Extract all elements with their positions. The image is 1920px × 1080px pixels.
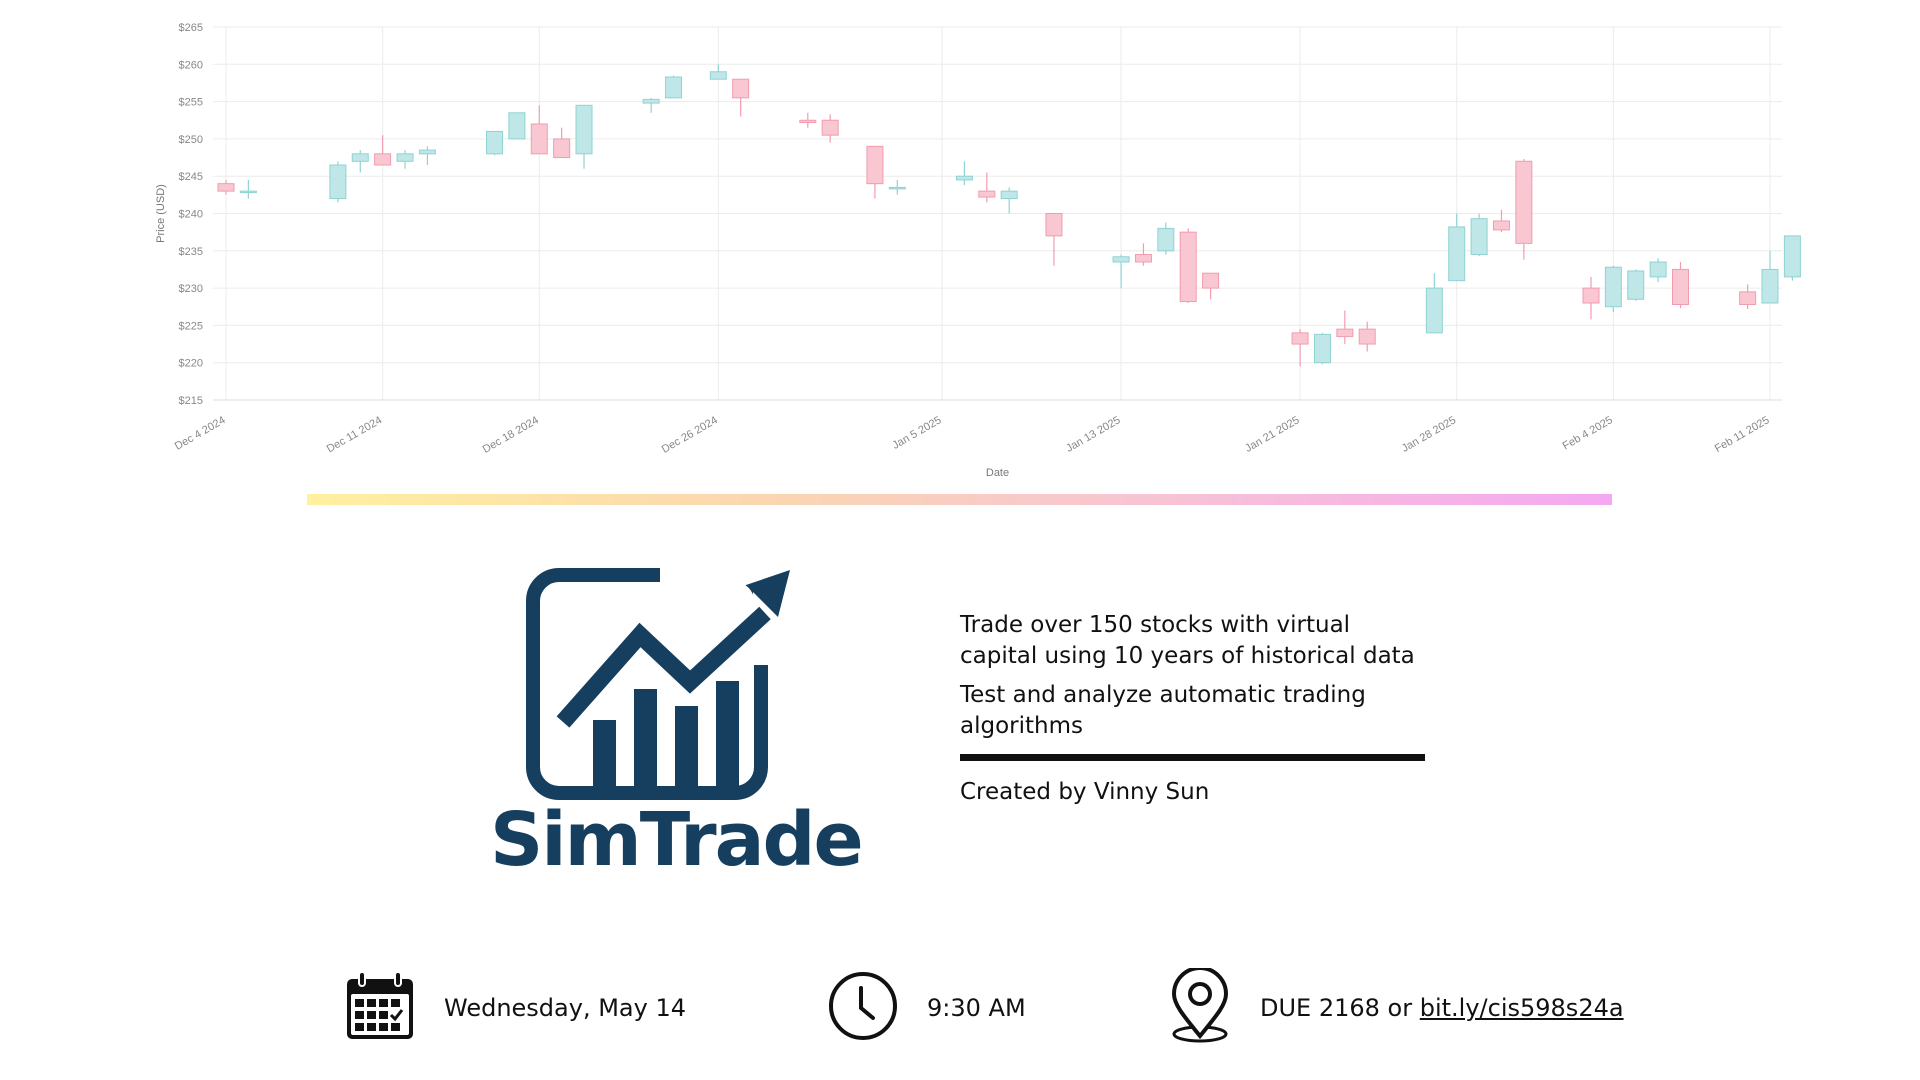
candlestick-chart: $215 $220 $225 $230 $235 $240 $245 $250 $255 $260… xyxy=(0,0,1920,490)
x-tick-label: Jan 5 2025 xyxy=(890,414,943,452)
x-tick-label: Jan 28 2025 xyxy=(1400,414,1458,455)
candle-body xyxy=(530,123,548,155)
y-axis-title: Price (USD) xyxy=(155,184,167,243)
candle-body xyxy=(486,130,504,155)
event-date: Wednesday, May 14 xyxy=(344,970,686,1046)
candle-body xyxy=(799,119,817,123)
candle-body xyxy=(329,164,347,200)
candle-body xyxy=(1202,272,1220,289)
y-tick-label: $215 xyxy=(179,395,203,407)
candle-body xyxy=(888,186,906,190)
x-tick-label: Dec 11 2024 xyxy=(325,414,384,455)
candle-body xyxy=(1604,266,1622,308)
candle-body xyxy=(866,145,884,185)
candle-body xyxy=(1425,287,1443,334)
candle-body xyxy=(1157,227,1175,252)
event-location-label: DUE 2168 or bit.ly/cis598s24a xyxy=(1260,994,1624,1022)
candle-body xyxy=(1336,328,1354,338)
y-tick-label: $265 xyxy=(179,22,203,34)
x-tick-label: Dec 18 2024 xyxy=(481,414,541,456)
candle-body xyxy=(1448,226,1466,282)
candle-body xyxy=(351,153,369,162)
candle-body xyxy=(1179,231,1197,303)
y-tick-label: $245 xyxy=(179,171,203,183)
y-tick-label: $250 xyxy=(179,134,203,146)
y-tick-label: $230 xyxy=(179,283,203,295)
description-line-trade: Trade over 150 stocks with virtual capit… xyxy=(960,612,1415,669)
divider-rule xyxy=(960,754,1425,761)
candle-body xyxy=(418,149,436,155)
candle-body xyxy=(1045,213,1063,237)
candle-body xyxy=(1291,332,1309,345)
candle-body xyxy=(1134,254,1152,263)
chart-growth-icon xyxy=(526,567,790,800)
candle-body xyxy=(978,190,996,198)
candle-body xyxy=(396,153,414,162)
credit-text: Created by Vinny Sun xyxy=(960,779,1210,805)
x-tick-label: Jan 13 2025 xyxy=(1064,414,1122,455)
location-pin-icon xyxy=(1168,965,1232,1049)
candle-body xyxy=(1313,333,1331,364)
candle-body xyxy=(374,153,392,166)
candle-body xyxy=(1000,190,1018,200)
y-tick-label: $240 xyxy=(179,209,203,221)
candle-body xyxy=(1671,268,1689,306)
x-tick-label: Dec 26 2024 xyxy=(660,414,720,456)
description-line-algorithms: Test and analyze automatic trading algor… xyxy=(960,682,1366,739)
y-tick-label: $260 xyxy=(179,59,203,71)
candle-body xyxy=(665,76,683,99)
gradient-divider xyxy=(307,494,1612,505)
candle-body xyxy=(508,112,526,140)
candle-body xyxy=(553,138,571,159)
candle-body xyxy=(1470,218,1488,256)
clock-icon xyxy=(827,970,899,1047)
candle-body xyxy=(1761,268,1779,304)
logo-wordmark: SimTrade xyxy=(490,797,864,883)
chart-canvas: $215 $220 $225 $230 $235 $240 $245 $250 $255 $260… xyxy=(155,22,1801,479)
y-tick-label: $255 xyxy=(179,97,203,109)
candle-body xyxy=(1358,328,1376,345)
location-link[interactable]: bit.ly/cis598s24a xyxy=(1420,994,1624,1022)
calendar-icon xyxy=(344,970,416,1047)
x-tick-label: Feb 4 2025 xyxy=(1561,414,1615,452)
y-tick-label: $225 xyxy=(179,320,203,332)
candle-body xyxy=(1627,270,1645,300)
candle-body xyxy=(732,78,750,99)
y-tick-label: $235 xyxy=(179,246,203,258)
candle-body xyxy=(217,183,235,192)
candle-body xyxy=(642,98,660,104)
candle-body xyxy=(575,104,593,155)
event-date-label: Wednesday, May 14 xyxy=(444,994,686,1022)
candle-body xyxy=(1649,261,1667,278)
candle-body xyxy=(821,119,839,136)
candle-body xyxy=(955,175,973,181)
candle-body xyxy=(1492,220,1510,231)
x-tick-label: Feb 11 2025 xyxy=(1713,414,1772,455)
candle-body xyxy=(1582,287,1600,304)
candle-body xyxy=(709,71,727,80)
candle-body xyxy=(1515,160,1533,244)
y-tick-label: $220 xyxy=(179,358,203,370)
event-time-label: 9:30 AM xyxy=(927,994,1026,1022)
candle-body xyxy=(1739,291,1757,306)
x-tick-label: Jan 21 2025 xyxy=(1243,414,1301,455)
event-time: 9:30 AM xyxy=(827,970,1026,1046)
location-room: DUE 2168 or xyxy=(1260,994,1420,1022)
simtrade-logo: SimTrade xyxy=(490,565,864,885)
candle-body xyxy=(1112,256,1130,263)
description-panel: Trade over 150 stocks with virtual capit… xyxy=(960,610,1430,816)
event-location: DUE 2168 or bit.ly/cis598s24a xyxy=(1168,965,1624,1049)
candle-body xyxy=(239,190,257,194)
x-axis-title: Date xyxy=(986,467,1009,479)
x-tick-label: Dec 4 2024 xyxy=(173,414,228,453)
candle-body xyxy=(1783,235,1801,278)
